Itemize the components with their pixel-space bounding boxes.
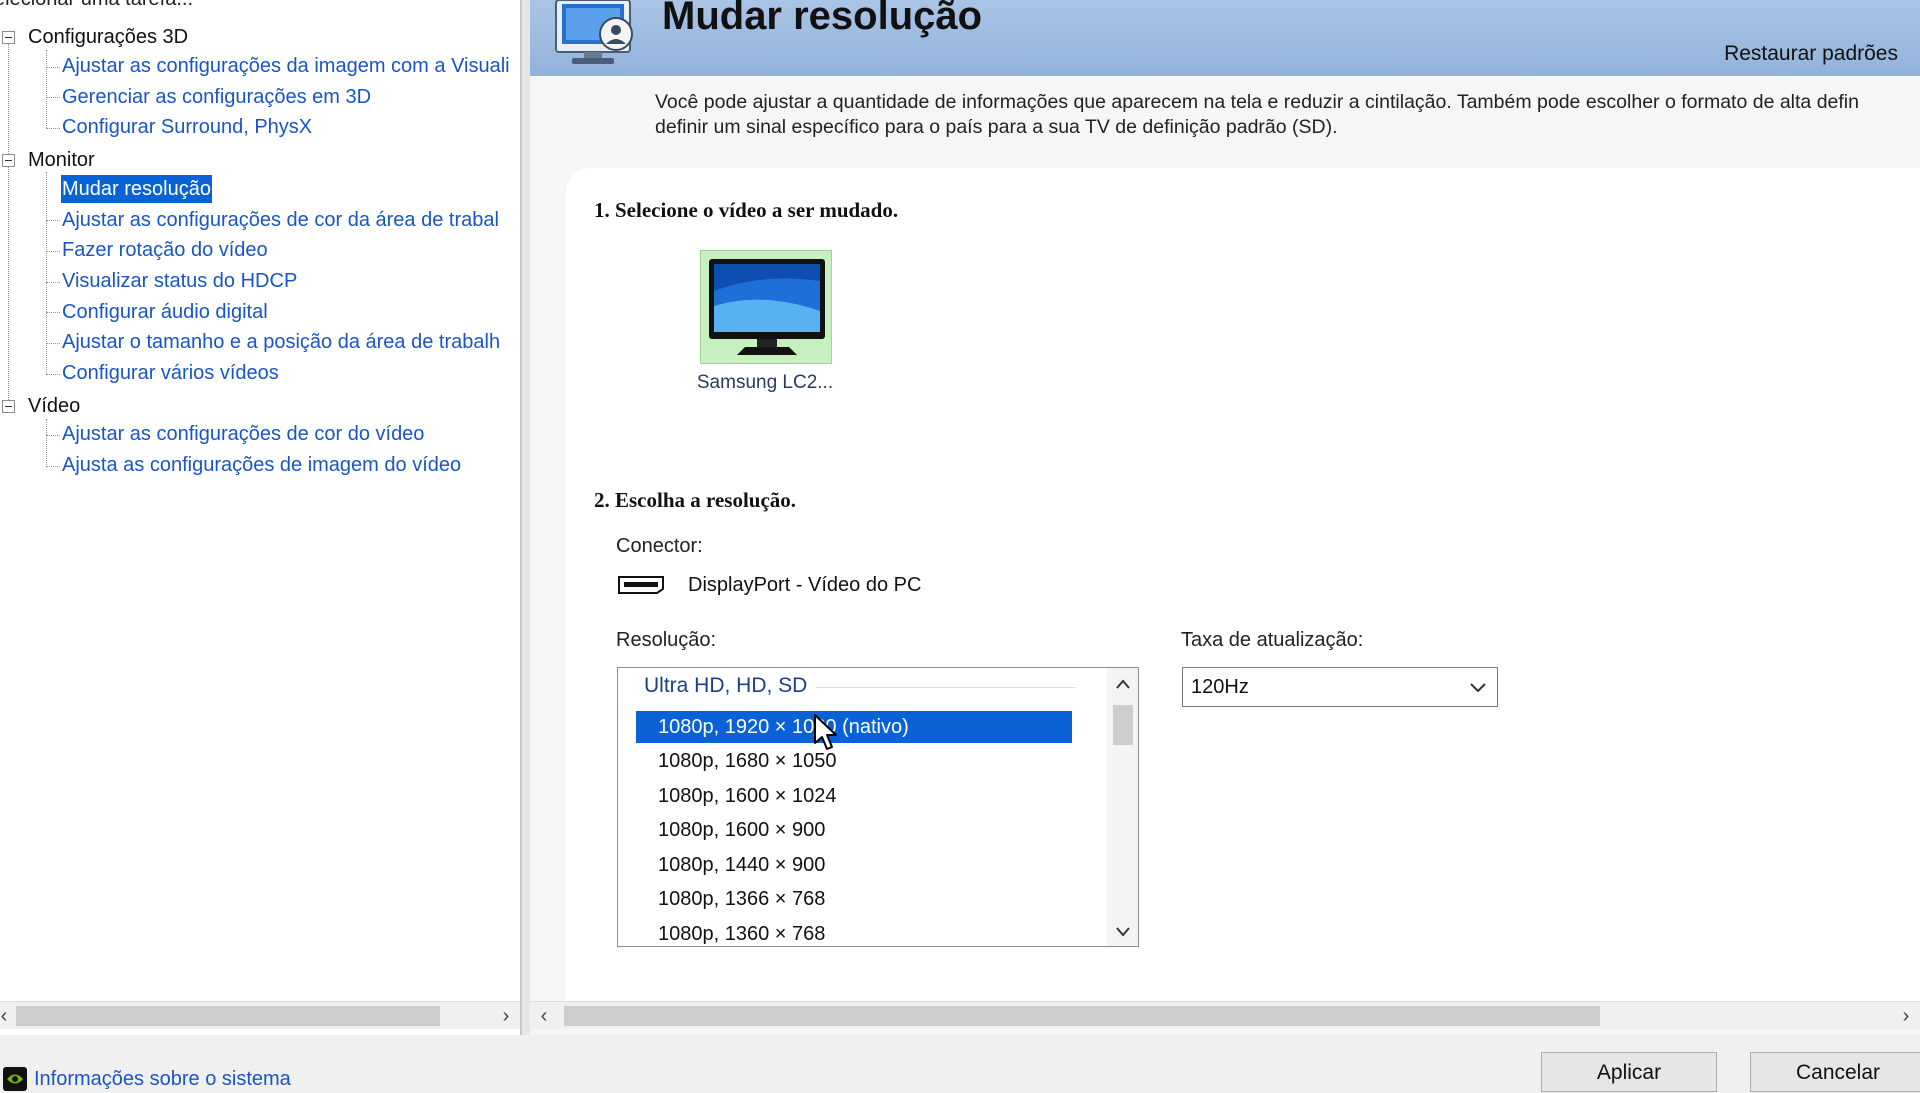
- tree-item-change-resolution[interactable]: Mudar resolução: [61, 175, 212, 203]
- tree-guide-line: [46, 128, 60, 129]
- tree-category-label: Vídeo: [28, 394, 81, 417]
- scrollbar-thumb[interactable]: [16, 1006, 440, 1026]
- tree-guide-line: [8, 44, 9, 408]
- content-horizontal-scrollbar[interactable]: ‹ ›: [530, 1001, 1920, 1029]
- refresh-rate-value: 120Hz: [1191, 676, 1249, 698]
- tree-guide-line: [46, 343, 60, 344]
- tree-guide-line: [46, 50, 47, 128]
- tree-guide-line: [46, 312, 60, 313]
- tree-item-desktop-color[interactable]: Ajustar as configurações de cor da área …: [61, 206, 500, 234]
- page-banner: Mudar resolução Restaurar padrões: [530, 0, 1920, 76]
- collapse-icon[interactable]: [2, 30, 15, 44]
- tree-item-manage-3d-settings[interactable]: Gerenciar as configurações em 3D: [61, 83, 372, 111]
- tree-category-video[interactable]: Vídeo: [0, 393, 80, 419]
- displayport-icon: [618, 576, 664, 594]
- tree-category-3d-settings[interactable]: Configurações 3D: [0, 24, 188, 50]
- display-selector-samsung[interactable]: [700, 250, 832, 364]
- tree-item-hdcp-status[interactable]: Visualizar status do HDCP: [61, 267, 298, 295]
- step2-heading: 2. Escolha a resolução.: [594, 488, 797, 512]
- collapse-icon[interactable]: [2, 153, 15, 167]
- tree-category-monitor[interactable]: Monitor: [0, 147, 95, 173]
- tree-item-digital-audio[interactable]: Configurar áudio digital: [61, 298, 269, 326]
- group-divider: [816, 687, 1076, 688]
- tree-category-label: Configurações 3D: [28, 25, 189, 48]
- tree-item-desktop-size-position[interactable]: Ajustar o tamanho e a posição da área de…: [61, 328, 501, 356]
- tree-item-surround-physx[interactable]: Configurar Surround, PhysX: [61, 113, 313, 141]
- tree-guide-line: [46, 220, 60, 221]
- tree-guide-line: [46, 97, 60, 98]
- display-name-label: Samsung LC2...: [696, 372, 834, 393]
- tree-guide-line: [46, 282, 60, 283]
- resolution-group-header: Ultra HD, HD, SD: [644, 674, 808, 697]
- panel-splitter[interactable]: [522, 0, 530, 1080]
- collapse-icon[interactable]: [2, 399, 15, 413]
- step1-heading: 1. Selecione o vídeo a ser mudado.: [594, 198, 899, 222]
- apply-button[interactable]: Aplicar: [1541, 1052, 1717, 1092]
- cancel-button[interactable]: Cancelar: [1750, 1052, 1920, 1092]
- connector-value: DisplayPort - Vídeo do PC: [688, 574, 922, 596]
- resolution-option[interactable]: 1080p, 1680 × 1050: [636, 745, 1072, 777]
- tree-guide-line: [46, 466, 60, 467]
- resolution-listbox[interactable]: Ultra HD, HD, SD 1080p, 1920 × 1080 (nat…: [617, 667, 1139, 947]
- scrollbar-thumb[interactable]: [564, 1006, 1600, 1026]
- scrollbar-thumb[interactable]: [1113, 705, 1133, 745]
- resolution-option[interactable]: 1080p, 1600 × 1024: [636, 780, 1072, 812]
- scroll-down-icon[interactable]: [1107, 916, 1138, 946]
- resolution-option[interactable]: 1080p, 1440 × 900: [636, 849, 1072, 881]
- resolution-option[interactable]: 1080p, 1366 × 768: [636, 883, 1072, 915]
- task-tree-panel: elecionar uma tarefa... Configurações 3D…: [0, 0, 522, 1035]
- system-info-icon: [3, 1067, 27, 1091]
- chevron-down-icon: [1470, 683, 1486, 693]
- monitor-icon: [709, 259, 825, 355]
- restore-defaults-link[interactable]: Restaurar padrões: [1724, 42, 1898, 66]
- scroll-right-icon[interactable]: ›: [1892, 1002, 1920, 1030]
- resolution-option[interactable]: 1080p, 1600 × 900: [636, 814, 1072, 846]
- refresh-rate-label: Taxa de atualização:: [1181, 629, 1364, 651]
- tree-item-adjust-image-preview[interactable]: Ajustar as configurações da imagem com a…: [61, 52, 511, 80]
- tree-guide-line: [46, 251, 60, 252]
- description-line: Você pode ajustar a quantidade de inform…: [655, 91, 1859, 113]
- scroll-left-icon[interactable]: ‹: [530, 1002, 558, 1030]
- connector-label: Conector:: [616, 535, 703, 557]
- tree-guide-line: [46, 67, 60, 68]
- tree-category-label: Monitor: [28, 148, 95, 171]
- left-horizontal-scrollbar[interactable]: ‹ ›: [0, 1001, 520, 1029]
- refresh-rate-dropdown[interactable]: 120Hz: [1182, 667, 1498, 707]
- page-description: Você pode ajustar a quantidade de inform…: [655, 90, 1920, 140]
- tree-item-video-image[interactable]: Ajusta as configurações de imagem do víd…: [61, 451, 462, 479]
- tree-item-video-color[interactable]: Ajustar as configurações de cor do vídeo: [61, 420, 425, 448]
- resolution-list-scrollbar[interactable]: [1107, 668, 1138, 946]
- tree-guide-line: [46, 435, 60, 436]
- task-tree-title: elecionar uma tarefa...: [0, 0, 193, 11]
- resolution-label: Resolução:: [616, 629, 717, 651]
- tree-guide-line: [46, 374, 60, 375]
- tree-guide-line: [46, 419, 47, 467]
- description-line: definir um sinal específico para o país …: [655, 116, 1338, 138]
- display-settings-icon: [555, 0, 633, 64]
- tree-item-rotate-display[interactable]: Fazer rotação do vídeo: [61, 236, 269, 264]
- scroll-up-icon[interactable]: [1107, 668, 1138, 698]
- scroll-right-icon[interactable]: ›: [492, 1002, 520, 1030]
- tree-item-multiple-displays[interactable]: Configurar vários vídeos: [61, 359, 280, 387]
- resolution-option[interactable]: 1080p, 1360 × 768: [636, 918, 1072, 946]
- resolution-option[interactable]: 1080p, 1920 × 1080 (nativo): [636, 711, 1072, 743]
- page-title: Mudar resolução: [662, 0, 983, 38]
